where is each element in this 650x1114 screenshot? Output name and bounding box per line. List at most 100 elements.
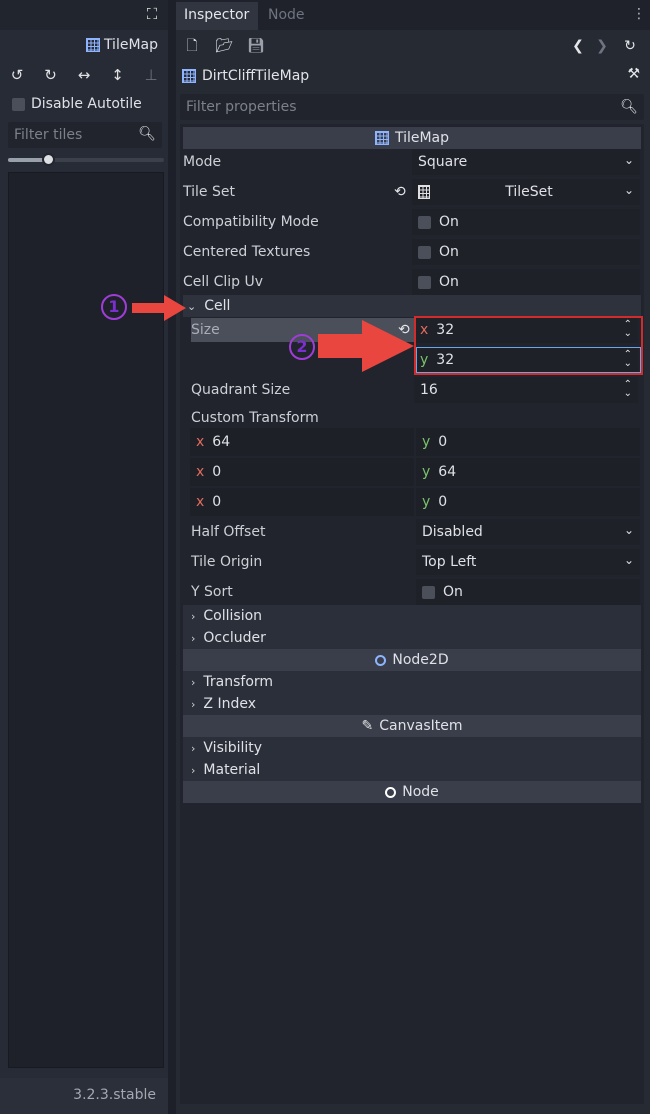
chevron-right-icon: › [191,609,196,623]
step-2-arrow [318,320,414,372]
transform-r3y-field[interactable]: y 0 [416,488,640,516]
tab-inspector[interactable]: Inspector [176,2,258,30]
left-top-bar: ⛶ [0,0,168,30]
transform-title: Transform [203,674,274,690]
tilemap-section-title: TileMap [394,130,450,146]
transform-value: 0 [438,494,448,510]
checkbox-box [418,245,431,259]
history-forward-icon[interactable]: ❯ [592,36,612,56]
filter-properties-input[interactable]: Filter properties 🔍︎ [180,94,644,120]
on-label: On [439,274,459,290]
tile-origin-select[interactable]: Top Left ⌄ [416,549,640,575]
history-back-icon[interactable]: ❮ [568,36,588,56]
on-label: On [439,214,459,230]
size-label: Size [191,322,220,338]
quadrant-size-label: Quadrant Size [191,382,291,398]
mode-label: Mode [183,154,222,170]
flip-horizontal-icon[interactable]: ↔ [73,64,95,86]
axis-x-label: x [196,494,205,510]
node2d-section-header: Node2D [183,649,641,671]
quadrant-size-field[interactable]: 16 ⌃ ⌄ [414,377,638,403]
transform-r1x-field[interactable]: x 64 [190,428,414,456]
disable-autotile-toggle[interactable]: Disable Autotile [12,94,142,114]
tile-zoom-slider[interactable] [8,153,164,166]
transform-r1y-field[interactable]: y 0 [416,428,640,456]
axis-x-label: x [196,464,205,480]
transform-value: 64 [212,434,231,450]
property-list: TileMap Mode Square ⌄ Tile Set ⟲ TileSet… [180,124,644,1104]
cell-clip-uv-checkbox[interactable]: On [412,269,640,295]
tilemap-editor-panel: ⛶ TileMap ↺ ↻ ↔ ↕ ⊥ Disable Autotile Fil… [0,0,168,1114]
search-icon: 🔍︎ [620,99,638,115]
half-offset-label: Half Offset [191,524,266,540]
save-icon[interactable]: 💾︎ [246,36,266,56]
z-index-group[interactable]: › Z Index [183,693,641,715]
filter-tiles-input[interactable]: Filter tiles 🔍︎ [8,122,162,148]
spin-arrows-icon[interactable]: ⌃ ⌄ [624,380,632,399]
tab-node[interactable]: Node [260,2,313,30]
checkbox-box [418,275,431,289]
compat-mode-checkbox[interactable]: On [412,209,640,235]
checkbox-box [418,215,431,229]
open-folder-icon[interactable]: 📂︎ [214,36,234,56]
fullscreen-icon[interactable]: ⛶ [144,6,160,22]
chevron-right-icon: › [191,763,196,777]
disable-autotile-checkbox[interactable] [12,97,25,111]
step-2-marker: 2 [289,334,315,360]
tilemap-section-header: TileMap [183,127,641,149]
checkbox-box [422,585,435,599]
object-tools-icon[interactable]: ⚒ [627,66,640,82]
new-resource-icon[interactable]: 🗋 [182,36,202,56]
axis-y-label: y [422,464,431,480]
dock-menu-icon[interactable]: ⋮ [632,6,646,22]
node2d-icon [375,654,387,666]
transform-group[interactable]: › Transform [183,671,641,693]
visibility-title: Visibility [203,740,263,756]
inspector-toolbar: 🗋 📂︎ 💾︎ ❮ ❯ ↻ [176,32,650,60]
chevron-down-icon: ⌄ [623,523,634,537]
tileset-icon [418,185,430,199]
node-section-header: Node [183,781,641,803]
zoom-slider-handle[interactable] [41,153,55,166]
chevron-right-icon: › [191,741,196,755]
y-sort-checkbox[interactable]: On [416,579,640,605]
node-section-title: Node [402,784,439,800]
transform-r2y-field[interactable]: y 64 [416,458,640,486]
edited-object-row[interactable]: DirtCliffTileMap ⚒ [182,64,644,88]
tilemap-icon [85,38,100,52]
chevron-right-icon: › [191,675,196,689]
cell-clip-uv-label: Cell Clip Uv [183,274,264,290]
clear-transform-icon[interactable]: ⊥ [140,64,162,86]
node2d-section-title: Node2D [392,652,449,668]
transform-r2x-field[interactable]: x 0 [190,458,414,486]
half-offset-select[interactable]: Disabled ⌄ [416,519,640,545]
transform-r3x-field[interactable]: x 0 [190,488,414,516]
size-y-focus-outline [416,347,641,373]
chevron-down-icon: ⌄ [187,299,197,313]
centered-textures-label: Centered Textures [183,244,311,260]
revert-icon[interactable]: ⟲ [394,184,406,200]
chevron-right-icon: › [191,697,196,711]
y-sort-label: Y Sort [191,584,233,600]
axis-y-label: y [422,494,431,510]
material-group[interactable]: › Material [183,759,641,781]
tileset-value: TileSet [505,184,553,200]
tileset-resource-picker[interactable]: TileSet ⌄ [412,179,640,205]
flip-vertical-icon[interactable]: ↕ [107,64,129,86]
transform-value: 64 [438,464,457,480]
material-title: Material [203,762,261,778]
rotate-right-icon[interactable]: ↻ [40,64,62,86]
occluder-group[interactable]: › Occluder [183,627,641,649]
axis-x-label: x [196,434,205,450]
search-icon: 🔍︎ [138,126,156,142]
visibility-group[interactable]: › Visibility [183,737,641,759]
mode-select[interactable]: Square ⌄ [412,149,640,175]
transform-value: 0 [212,494,222,510]
edited-object-name: DirtCliffTileMap [202,68,310,84]
history-icon[interactable]: ↻ [620,36,640,56]
pencil-icon: ✎ [361,718,374,734]
centered-textures-checkbox[interactable]: On [412,239,640,265]
cell-group-header[interactable]: ⌄ Cell [183,295,641,317]
rotate-left-icon[interactable]: ↺ [6,64,28,86]
collision-group[interactable]: › Collision [183,605,641,627]
